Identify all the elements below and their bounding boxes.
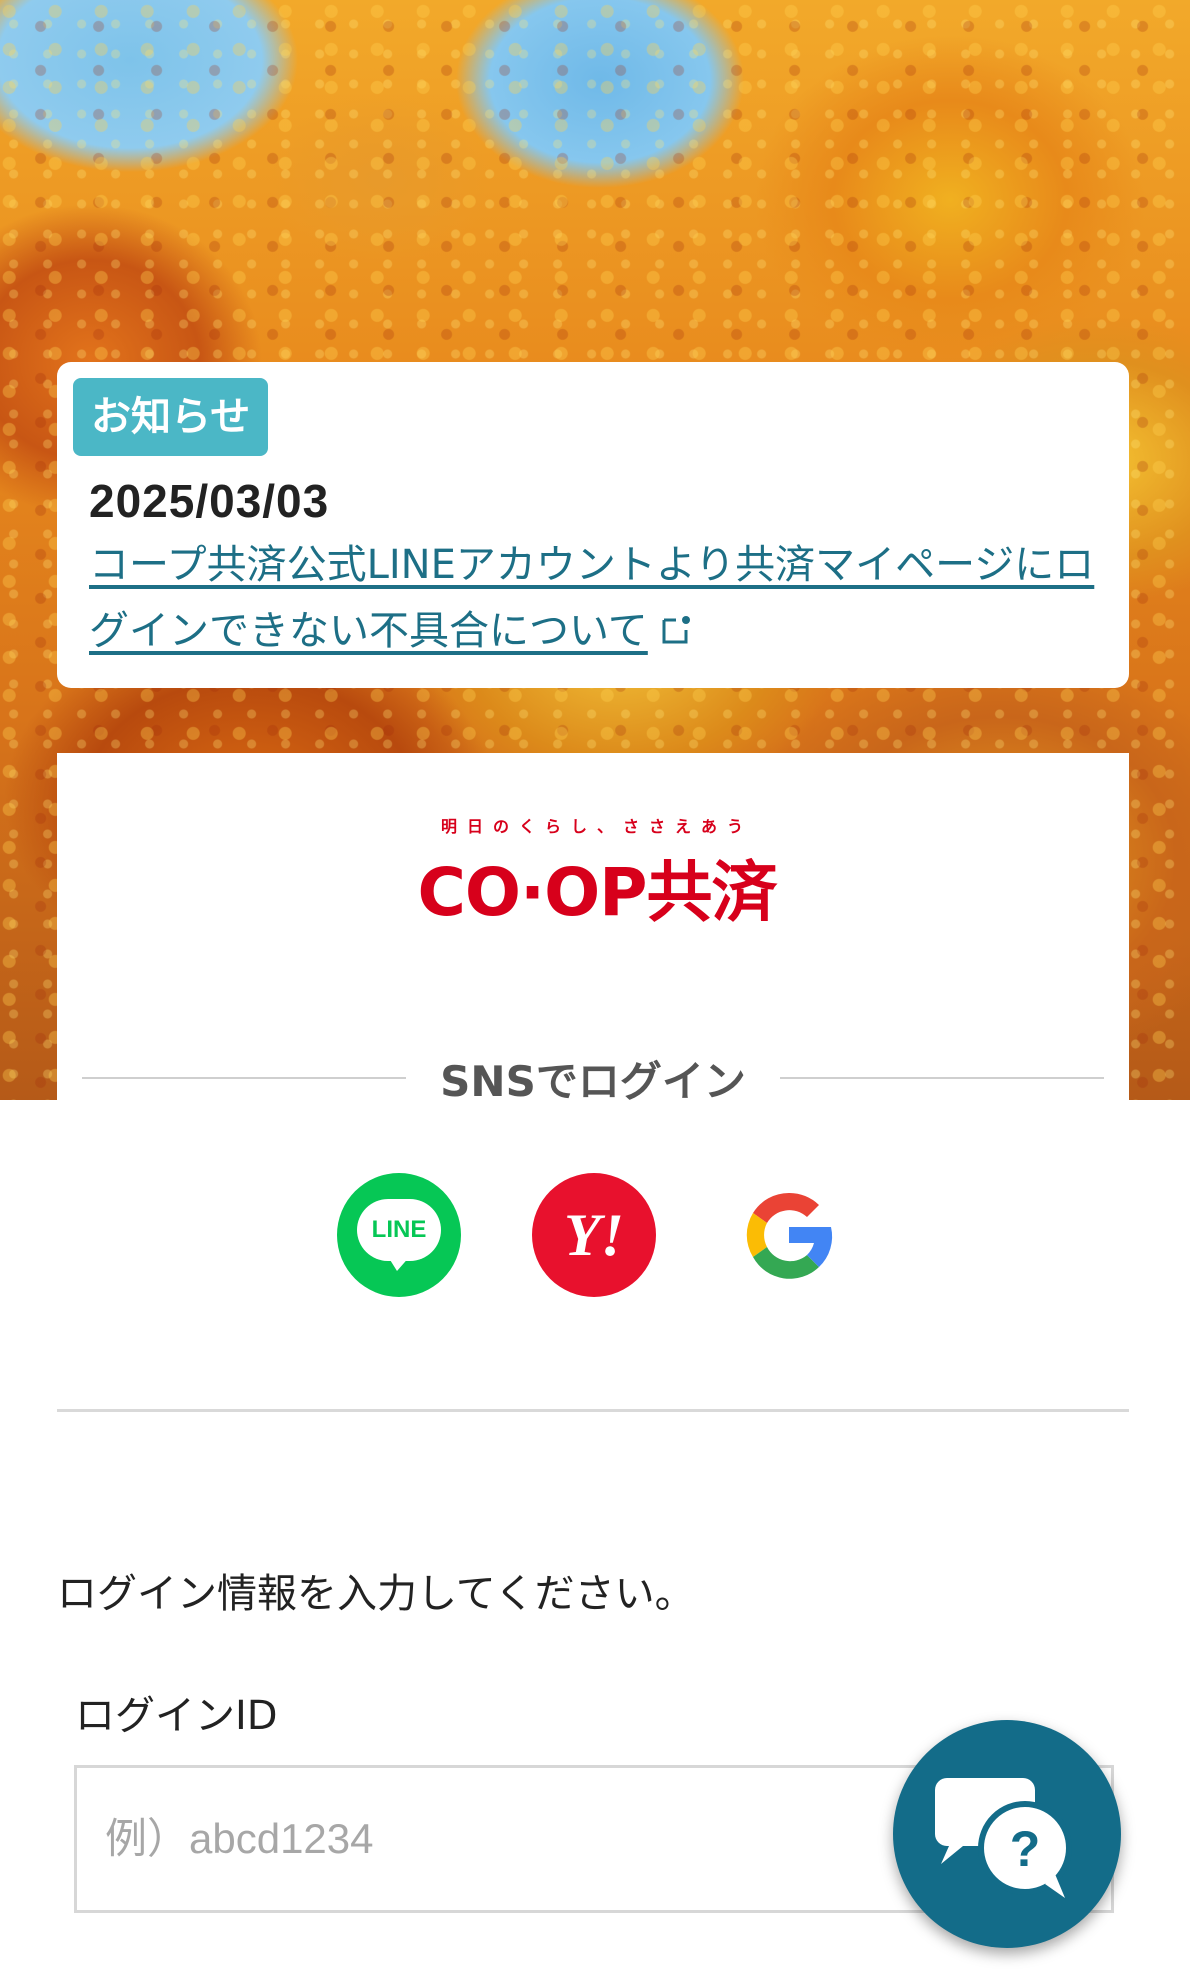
- google-icon: [746, 1192, 833, 1279]
- notice-card: お知らせ 2025/03/03 コープ共済公式LINEアカウントより共済マイペー…: [57, 362, 1129, 688]
- section-divider: [57, 1409, 1129, 1412]
- yahoo-icon: Y!: [564, 1202, 624, 1268]
- heading-divider-right: [779, 1077, 1104, 1079]
- line-login-button[interactable]: LINE: [337, 1173, 461, 1297]
- line-icon: LINE: [357, 1199, 441, 1261]
- sns-login-heading: SNSでログイン: [82, 1053, 1104, 1106]
- help-glyph: ?: [1010, 1821, 1041, 1877]
- notice-badge: お知らせ: [73, 378, 269, 456]
- external-link-icon: [662, 616, 690, 644]
- logo-wordmark: CO·OP共済: [417, 854, 777, 931]
- help-chat-icon: ?: [935, 1778, 1072, 1898]
- sns-login-label: SNSでログイン: [440, 1056, 746, 1106]
- heading-divider-left: [82, 1077, 407, 1079]
- notice-link-text: コープ共済公式LINEアカウントより共済マイページにログインできない不具合につい…: [89, 542, 1095, 654]
- help-chat-button[interactable]: ?: [893, 1720, 1121, 1948]
- sns-button-group: LINE Y!: [337, 1173, 857, 1297]
- login-id-label: ログインID: [75, 1693, 278, 1739]
- yahoo-login-button[interactable]: Y!: [532, 1173, 656, 1297]
- notice-link[interactable]: コープ共済公式LINEアカウントより共済マイページにログインできない不具合につい…: [89, 532, 1129, 664]
- coop-kyosai-logo: 明日のくらし、ささえあう CO·OP共済: [407, 813, 787, 931]
- login-instruction: ログイン情報を入力してください。: [57, 1571, 695, 1617]
- google-login-button[interactable]: [727, 1173, 851, 1297]
- notice-date: 2025/03/03: [89, 475, 330, 527]
- line-icon-tail: [387, 1255, 411, 1271]
- logo-tagline: 明日のくらし、ささえあう: [440, 817, 753, 836]
